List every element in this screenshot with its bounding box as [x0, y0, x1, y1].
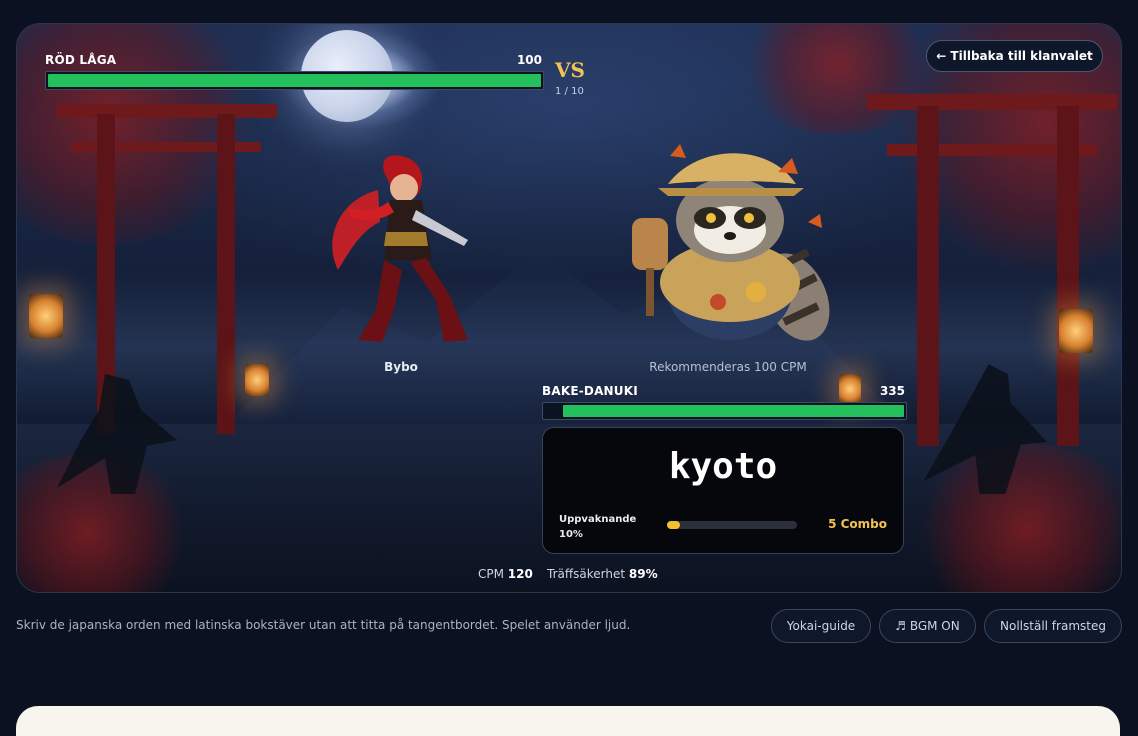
typing-panel: kyoto Uppvaknande 10% 5 Combo — [542, 427, 904, 554]
player-hp-fill — [48, 74, 541, 87]
accuracy-label: Träffsäkerhet — [547, 567, 626, 581]
player-ninja-sprite — [332, 155, 468, 342]
rank-progress-bar — [667, 521, 797, 529]
player-hp-value: 100 — [516, 53, 542, 67]
rank-label: Uppvaknande — [559, 514, 637, 525]
rank-percent: 10% — [559, 529, 583, 540]
rank-block: Uppvaknande 10% — [559, 512, 636, 542]
rank-progress-fill — [667, 521, 680, 529]
enemy-recommendation: Rekommenderas 100 CPM — [649, 360, 807, 374]
player-character-name: Bybo — [384, 360, 418, 374]
round-counter: 1 / 10 — [555, 86, 584, 97]
player-name: RÖD LÅGA — [45, 53, 117, 67]
target-word: kyoto — [668, 446, 778, 487]
accuracy-value: 89% — [628, 567, 658, 581]
back-to-clan-select-button[interactable]: ← Tillbaka till klanvalet — [926, 40, 1103, 72]
bake-danuki-sprite — [632, 144, 830, 341]
enemy-hp-value: 335 — [879, 384, 905, 398]
cpm-stat: CPM 120 — [478, 567, 533, 581]
bgm-toggle-button[interactable]: ♬ BGM ON — [879, 609, 976, 643]
cpm-value: 120 — [507, 567, 533, 581]
yokai-guide-button[interactable]: Yokai-guide — [771, 609, 871, 643]
vs-label: VS — [555, 58, 585, 82]
enemy-hp-fill — [562, 405, 904, 417]
enemy-hp-bar — [542, 402, 907, 420]
enemy-name: BAKE-DANUKI — [542, 384, 638, 398]
stone-lantern-right — [1059, 309, 1093, 353]
player-hp-bar — [45, 71, 544, 90]
cpm-label: CPM — [478, 567, 504, 581]
reset-progress-button[interactable]: Nollställ framsteg — [984, 609, 1122, 643]
torii-gate-left — [57, 104, 277, 434]
stone-lantern-left — [29, 294, 63, 338]
instructions-text: Skriv de japanska orden med latinska bok… — [16, 618, 631, 632]
accuracy-stat: Träffsäkerhet 89% — [547, 567, 658, 581]
combo-counter: 5 Combo — [828, 517, 887, 531]
stone-lantern-left-small — [245, 364, 269, 396]
